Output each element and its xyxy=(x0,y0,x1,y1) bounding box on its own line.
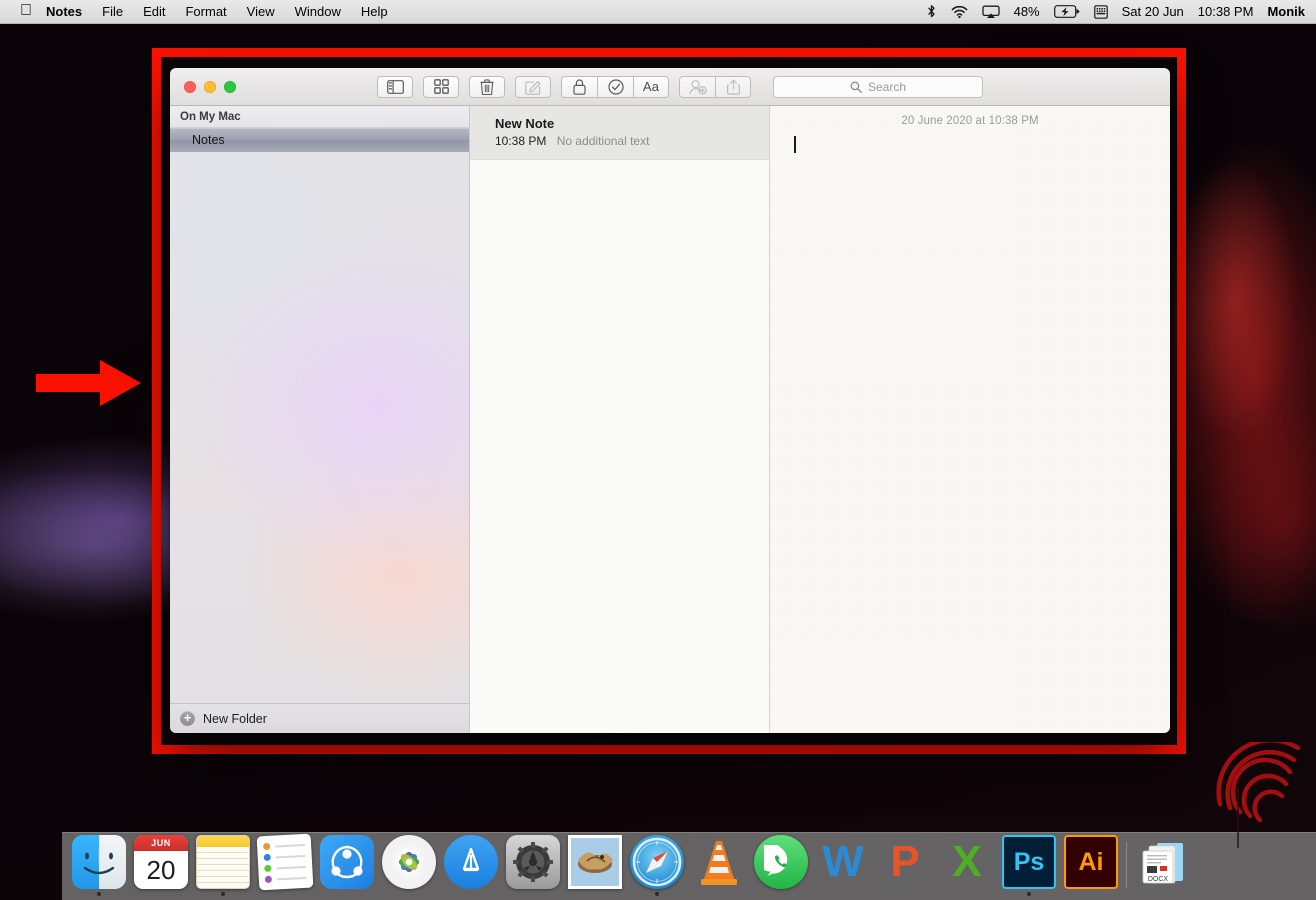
sidebar-toggle-icon[interactable] xyxy=(377,75,413,98)
note-list-item[interactable]: New Note 10:38 PM No additional text xyxy=(470,106,769,160)
toolbar-group-compose xyxy=(515,75,551,98)
menu-item-format[interactable]: Format xyxy=(175,0,236,24)
toolbar-group-delete xyxy=(469,75,505,98)
docx-label: DOCX xyxy=(1148,876,1169,883)
note-meta: 10:38 PM No additional text xyxy=(495,134,757,148)
new-folder-button[interactable]: + New Folder xyxy=(170,703,469,733)
notes-app-window: Aa Search On My Mac Notes + New Folder N… xyxy=(170,68,1170,733)
running-indicator xyxy=(221,892,225,896)
dock-item-safari[interactable] xyxy=(626,832,688,896)
text-format-button[interactable]: Aa xyxy=(633,75,669,98)
gallery-view-icon[interactable] xyxy=(423,75,459,98)
note-date-header: 20 June 2020 at 10:38 PM xyxy=(901,115,1039,127)
menu-bar-left:  Notes File Edit Format View Window Hel… xyxy=(0,0,398,24)
menubar-time[interactable]: 10:38 PM xyxy=(1191,0,1261,24)
dock: JUN 20 W P X Ps Ai DOCX xyxy=(62,832,1316,900)
menu-app-name[interactable]: Notes xyxy=(38,0,92,24)
battery-percent-label[interactable]: 48% xyxy=(1007,0,1047,24)
apple-logo-icon[interactable]:  xyxy=(14,2,38,19)
battery-charging-icon[interactable] xyxy=(1047,5,1087,18)
menu-item-file[interactable]: File xyxy=(92,0,133,24)
calendar-month-label: JUN xyxy=(134,835,188,851)
dock-item-photoshop[interactable]: Ps xyxy=(998,832,1060,896)
illustrator-icon: Ai xyxy=(1064,835,1118,889)
dock-item-system-preferences[interactable] xyxy=(502,832,564,896)
running-indicator xyxy=(1027,892,1031,896)
traffic-light-controls xyxy=(180,80,236,93)
wifi-icon[interactable] xyxy=(944,5,975,19)
red-pointer-arrow xyxy=(36,360,141,406)
sidebar-section-header: On My Mac xyxy=(170,106,469,128)
dock-item-vlc[interactable] xyxy=(688,832,750,896)
dock-item-reminders[interactable] xyxy=(254,832,316,896)
dock-item-whatsapp[interactable] xyxy=(750,832,812,896)
dock-item-excel[interactable]: X xyxy=(936,832,998,896)
powerpoint-icon: P xyxy=(890,837,920,886)
toolbar-group-gallery xyxy=(423,75,459,98)
dock-item-shareit[interactable] xyxy=(316,832,378,896)
sidebar-item-notes[interactable]: Notes xyxy=(170,128,469,152)
checklist-icon[interactable] xyxy=(597,75,633,98)
new-folder-label: New Folder xyxy=(203,711,267,726)
zoom-button[interactable] xyxy=(224,80,236,93)
menu-bar-status-area: 48% Sat 20 Jun 10:38 PM Monik xyxy=(919,0,1316,24)
search-input[interactable]: Search xyxy=(773,75,983,98)
menu-item-window[interactable]: Window xyxy=(285,0,351,24)
note-editor[interactable]: 20 June 2020 at 10:38 PM xyxy=(770,106,1170,733)
dock-item-finder[interactable] xyxy=(68,832,130,896)
text-caret xyxy=(794,136,796,153)
menu-item-edit[interactable]: Edit xyxy=(133,0,175,24)
airplay-icon[interactable] xyxy=(975,5,1007,19)
close-button[interactable] xyxy=(184,80,196,93)
dock-item-photos[interactable] xyxy=(378,832,440,896)
dock-item-notes[interactable] xyxy=(192,832,254,896)
note-list: New Note 10:38 PM No additional text xyxy=(470,106,770,733)
word-icon: W xyxy=(822,837,864,886)
dock-item-illustrator[interactable]: Ai xyxy=(1060,832,1122,896)
window-toolbar: Aa Search xyxy=(170,68,1170,106)
running-indicator xyxy=(97,892,101,896)
menubar-date[interactable]: Sat 20 Jun xyxy=(1115,0,1191,24)
toolbar-group-share xyxy=(679,75,751,98)
excel-icon: X xyxy=(952,837,982,886)
note-time: 10:38 PM xyxy=(495,134,547,148)
trash-icon[interactable] xyxy=(469,75,505,98)
note-preview: No additional text xyxy=(556,134,650,148)
add-people-icon[interactable] xyxy=(679,75,715,98)
dock-item-documents-stack[interactable]: DOCX xyxy=(1131,832,1193,896)
compose-note-icon[interactable] xyxy=(515,75,551,98)
notes-icon-header xyxy=(197,836,249,847)
window-body: On My Mac Notes + New Folder New Note 10… xyxy=(170,106,1170,733)
dock-divider xyxy=(1126,841,1127,888)
dock-item-word[interactable]: W xyxy=(812,832,874,896)
running-indicator xyxy=(655,892,659,896)
toolbar-group-view xyxy=(377,75,413,98)
format-aa-label: Aa xyxy=(642,79,660,94)
menu-item-view[interactable]: View xyxy=(237,0,285,24)
menubar-user-name[interactable]: Monik xyxy=(1260,0,1312,24)
menu-item-help[interactable]: Help xyxy=(351,0,398,24)
photoshop-icon: Ps xyxy=(1002,835,1056,889)
keyboard-input-icon[interactable] xyxy=(1087,4,1115,19)
dock-item-powerpoint[interactable]: P xyxy=(874,832,936,896)
note-title: New Note xyxy=(495,116,555,131)
notes-icon-lines xyxy=(197,847,249,888)
dock-item-app-store[interactable] xyxy=(440,832,502,896)
toolbar-button-groups: Aa Search xyxy=(377,75,983,98)
search-placeholder-label: Search xyxy=(867,79,907,94)
search-icon xyxy=(850,81,862,93)
lock-icon[interactable] xyxy=(561,75,597,98)
plus-circle-icon: + xyxy=(180,711,195,726)
dock-item-mail[interactable] xyxy=(564,832,626,896)
bluetooth-icon[interactable] xyxy=(919,4,944,19)
sidebar-item-label: Notes xyxy=(192,133,225,147)
share-icon[interactable] xyxy=(715,75,751,98)
minimize-button[interactable] xyxy=(204,80,216,93)
calendar-day-label: 20 xyxy=(146,855,176,885)
dock-item-calendar[interactable]: JUN 20 xyxy=(130,832,192,896)
folders-sidebar: On My Mac Notes + New Folder xyxy=(170,106,470,733)
menu-bar:  Notes File Edit Format View Window Hel… xyxy=(0,0,1316,24)
toolbar-group-format: Aa xyxy=(561,75,669,98)
